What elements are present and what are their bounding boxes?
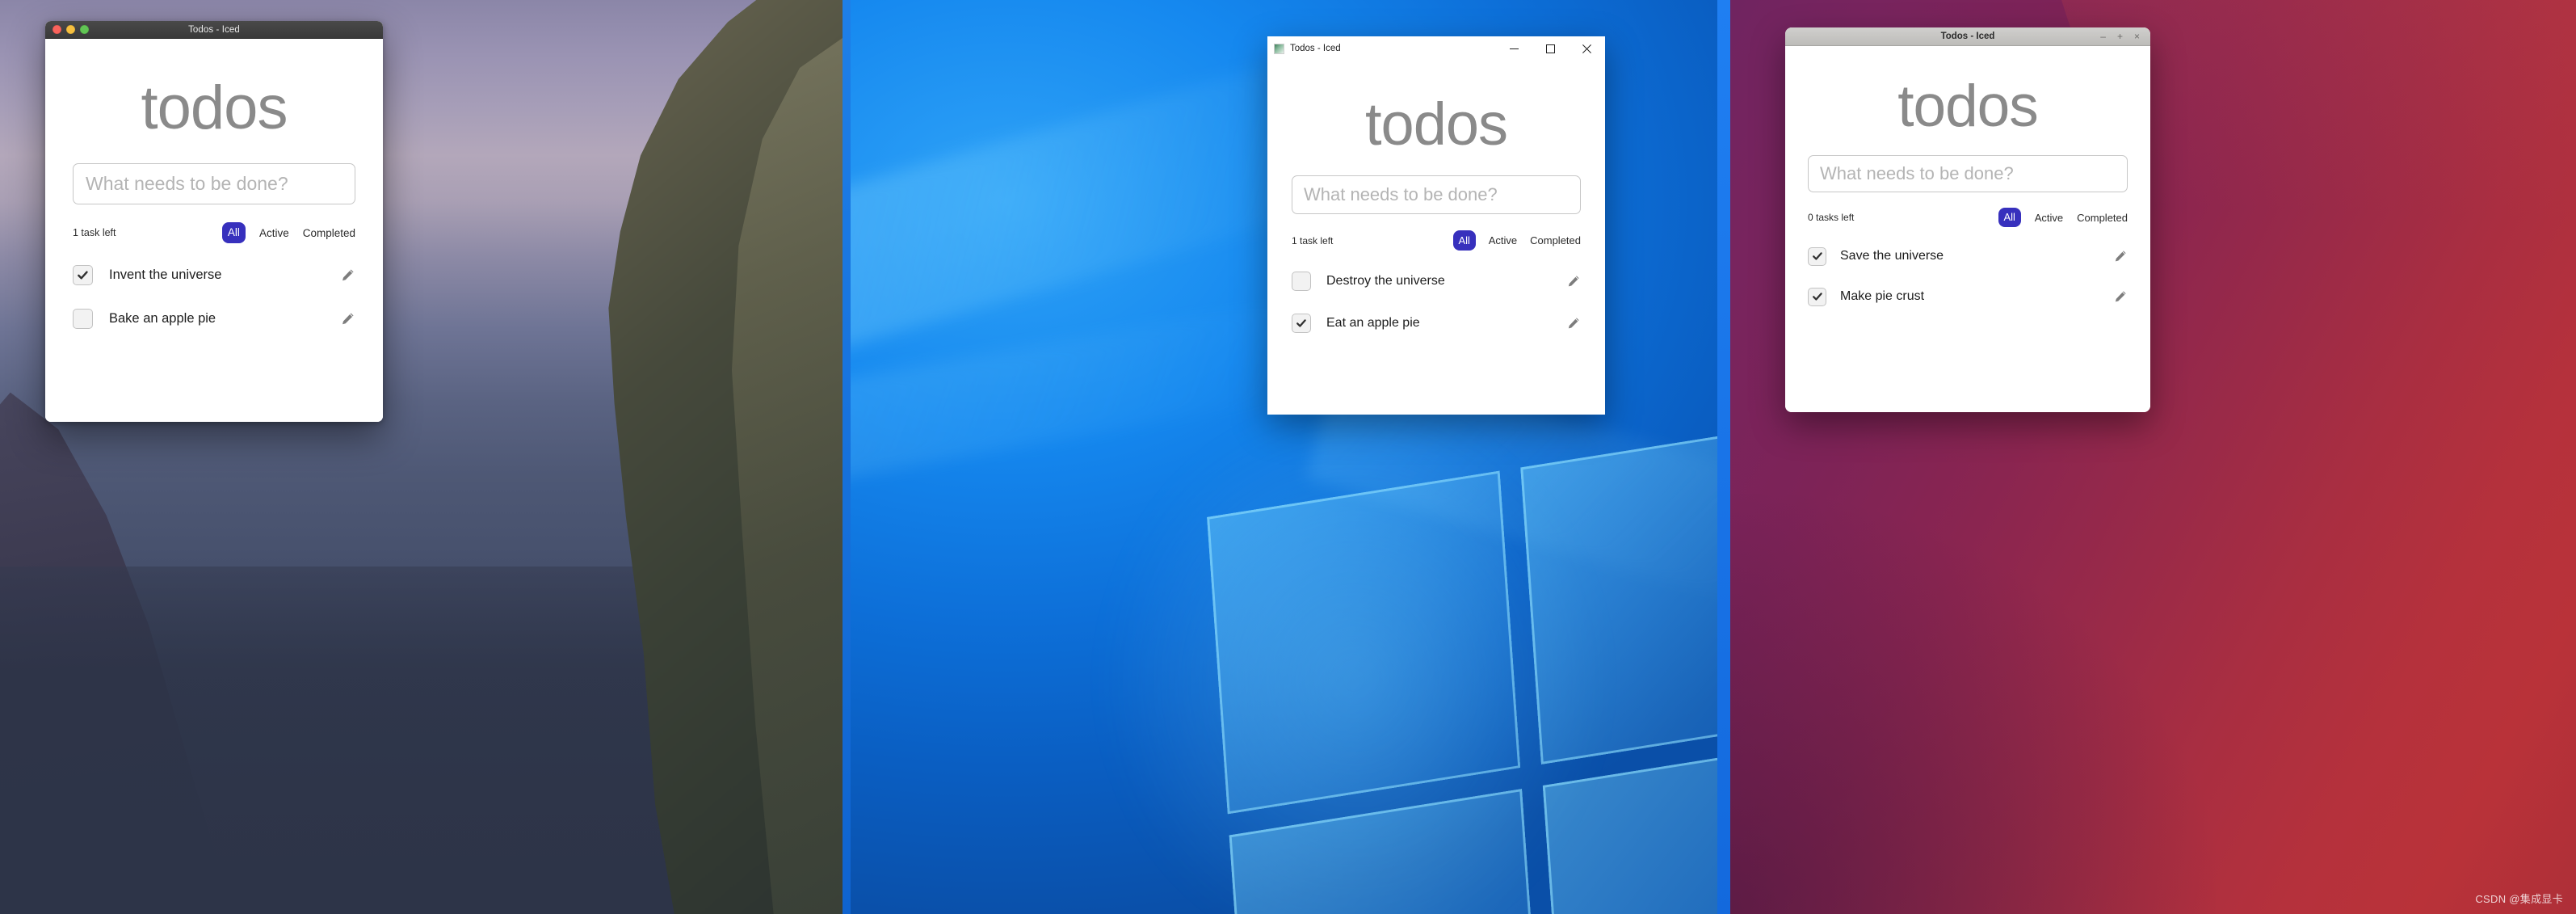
filter-completed[interactable]: Completed (303, 227, 355, 239)
check-icon (1812, 293, 1822, 301)
task-label: Save the universe (1840, 249, 1944, 263)
check-icon (1812, 252, 1822, 260)
check-icon (78, 270, 88, 279)
task-row: Save the universe (1808, 245, 2128, 267)
task-row: Destroy the universe (1292, 269, 1581, 293)
controls-row: 0 tasks left All Active Completed (1808, 208, 2128, 227)
filter-active[interactable]: Active (259, 227, 289, 239)
maximize-icon (1546, 44, 1555, 53)
check-icon (1296, 318, 1306, 327)
windows-window: Todos - Iced todos What needs to be done… (1267, 36, 1605, 415)
pencil-icon[interactable] (2113, 289, 2128, 304)
panel-windows: Todos - Iced todos What needs to be done… (851, 0, 1717, 914)
linux-window: Todos - Iced – + × todos What needs to b… (1785, 27, 2150, 412)
window-controls (1496, 36, 1605, 61)
new-task-input[interactable]: What needs to be done? (1292, 175, 1581, 214)
window-title: Todos - Iced (188, 24, 240, 35)
wallpaper-edge-strip (1717, 0, 1730, 914)
window-title: Todos - Iced (1290, 44, 1341, 53)
controls-row: 1 task left All Active Completed (73, 222, 355, 243)
new-task-placeholder: What needs to be done? (86, 173, 288, 194)
pencil-icon[interactable] (1566, 274, 1581, 289)
filter-all[interactable]: All (1452, 230, 1476, 251)
todos-app-windows: todos What needs to be done? 1 task left… (1267, 95, 1605, 415)
task-row: Invent the universe (73, 263, 355, 287)
maximize-button[interactable] (1532, 36, 1569, 61)
minimize-icon (1510, 48, 1519, 49)
task-checkbox-checked[interactable] (1808, 287, 1826, 306)
pencil-icon[interactable] (1566, 316, 1581, 331)
task-label: Destroy the universe (1326, 273, 1445, 288)
close-icon (1582, 44, 1591, 53)
task-label: Make pie crust (1840, 289, 1925, 303)
panel-linux: Todos - Iced – + × todos What needs to b… (1717, 0, 2576, 914)
controls-row: 1 task left All Active Completed (1292, 230, 1581, 251)
app-brand-heading: todos (1897, 74, 2039, 139)
task-label: Bake an apple pie (109, 310, 216, 326)
wallpaper-edge-strip (843, 0, 851, 914)
app-brand-heading: todos (1364, 91, 1508, 158)
task-row: Bake an apple pie (73, 306, 355, 331)
new-task-placeholder: What needs to be done? (1820, 163, 2014, 183)
filter-all[interactable]: All (221, 222, 246, 243)
minimize-button[interactable] (1496, 36, 1532, 61)
tasks-left-label: 1 task left (1292, 234, 1334, 246)
filter-active[interactable]: Active (1489, 234, 1517, 246)
wallpaper-vignette (1717, 493, 2216, 914)
filter-group: All Active Completed (1452, 230, 1581, 251)
task-row: Make pie crust (1808, 285, 2128, 308)
pencil-icon[interactable] (340, 311, 355, 326)
close-button[interactable]: × (2134, 32, 2140, 41)
todos-app-macos: todos What needs to be done? 1 task left… (45, 78, 383, 422)
task-checkbox-checked[interactable] (73, 264, 93, 285)
close-button[interactable] (1569, 36, 1605, 61)
task-row: Eat an apple pie (1292, 311, 1581, 335)
app-window-icon (1274, 43, 1284, 54)
filter-all[interactable]: All (1998, 208, 2021, 227)
task-label: Eat an apple pie (1326, 315, 1420, 330)
logo-pane (1542, 739, 1717, 914)
windows-titlebar[interactable]: Todos - Iced (1267, 36, 1605, 61)
new-task-placeholder: What needs to be done? (1304, 184, 1498, 204)
linux-titlebar[interactable]: Todos - Iced – + × (1785, 27, 2150, 46)
new-task-input[interactable]: What needs to be done? (73, 163, 355, 204)
task-checkbox-unchecked[interactable] (73, 308, 93, 329)
filter-group: All Active Completed (1998, 208, 2128, 227)
new-task-input[interactable]: What needs to be done? (1808, 155, 2128, 192)
filter-completed[interactable]: Completed (2077, 212, 2128, 224)
filter-group: All Active Completed (221, 222, 355, 243)
window-controls: – + × (2100, 32, 2150, 41)
task-checkbox-checked[interactable] (1292, 313, 1311, 333)
task-checkbox-unchecked[interactable] (1292, 271, 1311, 291)
todos-app-linux: todos What needs to be done? 0 tasks lef… (1785, 77, 2150, 412)
pencil-icon[interactable] (2113, 249, 2128, 263)
tasks-left-label: 0 tasks left (1808, 212, 1855, 223)
minimize-button[interactable]: – (2100, 32, 2106, 41)
filter-completed[interactable]: Completed (1530, 234, 1581, 246)
window-title: Todos - Iced (1940, 32, 1995, 41)
screenshot-stage: Todos - Iced todos What needs to be done… (0, 0, 2576, 914)
tasks-left-label: 1 task left (73, 227, 116, 238)
task-checkbox-checked[interactable] (1808, 246, 1826, 266)
app-brand-heading: todos (141, 74, 288, 142)
task-label: Invent the universe (109, 267, 222, 282)
pencil-icon[interactable] (340, 267, 355, 283)
macos-window: Todos - Iced todos What needs to be done… (45, 21, 383, 422)
macos-titlebar[interactable]: Todos - Iced (45, 21, 383, 39)
maximize-button[interactable]: + (2117, 32, 2123, 41)
watermark: CSDN @集成显卡 (2475, 893, 2563, 905)
panel-macos: Todos - Iced todos What needs to be done… (0, 0, 851, 914)
logo-pane (1229, 789, 1543, 914)
filter-active[interactable]: Active (2035, 212, 2063, 224)
